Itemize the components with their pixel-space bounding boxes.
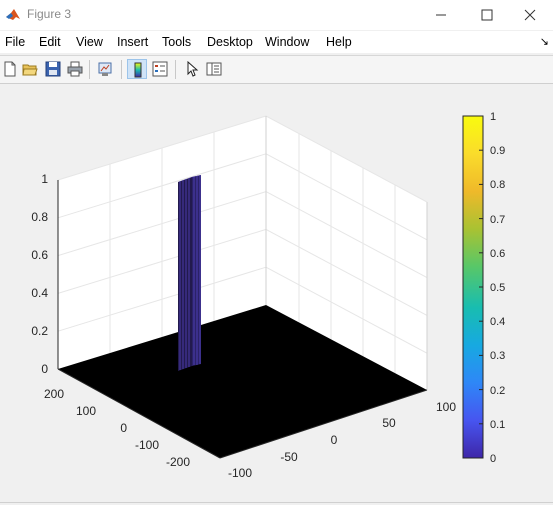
print-button[interactable]	[65, 59, 85, 79]
menu-bar: File Edit View Insert Tools Desktop Wind…	[0, 31, 553, 53]
x-tick-label: 50	[382, 416, 396, 430]
menu-view[interactable]: View	[76, 35, 103, 49]
menu-help[interactable]: Help	[326, 35, 352, 49]
plot-tools-button[interactable]	[204, 59, 224, 79]
menu-edit[interactable]: Edit	[39, 35, 61, 49]
colorbar-tick-label: 0.9	[490, 145, 505, 157]
colorbar[interactable]: 0 0.1 0.2 0.3 0.4 0.5 0.6 0.7 0.8 0.9 1	[462, 111, 505, 465]
z-tick-label: 1	[41, 172, 48, 186]
x-tick-label: -100	[228, 466, 252, 480]
axes-3d[interactable]: 0 0.2 0.4 0.6 0.8 1 200 100 0 -100 -200 …	[0, 84, 553, 502]
colorbar-icon	[134, 62, 142, 78]
x-tick-label: -50	[280, 450, 298, 464]
y-tick-label: -200	[166, 455, 190, 469]
open-file-button[interactable]	[20, 59, 40, 79]
z-axis-ticks: 0 0.2 0.4 0.6 0.8 1	[31, 172, 48, 376]
maximize-button[interactable]	[464, 0, 510, 30]
insert-colorbar-button[interactable]	[127, 59, 147, 79]
y-tick-label: 200	[44, 387, 64, 401]
figure-canvas[interactable]: 0 0.2 0.4 0.6 0.8 1 200 100 0 -100 -200 …	[0, 84, 553, 502]
colorbar-tick-label: 0.3	[490, 350, 505, 362]
toolbar-separator	[89, 60, 90, 79]
z-tick-label: 0.4	[31, 286, 48, 300]
link-plot-button[interactable]	[95, 59, 115, 79]
edit-plot-button[interactable]	[182, 59, 202, 79]
minimize-button[interactable]	[418, 0, 464, 30]
z-tick-label: 0	[41, 362, 48, 376]
figure-toolbar	[0, 55, 553, 84]
printer-icon	[67, 61, 83, 77]
colorbar-tick-label: 0.6	[490, 248, 505, 260]
floppy-disk-icon	[45, 61, 61, 77]
property-editor-icon	[206, 62, 222, 76]
y-tick-label: 0	[120, 421, 127, 435]
colorbar-tick-label: 0	[490, 453, 496, 465]
z-tick-label: 0.6	[31, 248, 48, 262]
dock-arrow-icon[interactable]: ↘	[540, 35, 549, 48]
close-icon	[524, 9, 536, 21]
menu-window[interactable]: Window	[265, 35, 309, 49]
save-button[interactable]	[43, 59, 63, 79]
figure-bottom-border	[0, 502, 553, 503]
y-tick-label: 100	[76, 404, 96, 418]
surface-pulse	[178, 175, 201, 371]
insert-legend-button[interactable]	[150, 59, 170, 79]
new-document-icon	[4, 61, 16, 77]
colorbar-tick-label: 0.2	[490, 385, 505, 397]
new-figure-button[interactable]	[0, 59, 20, 79]
minimize-icon	[436, 14, 446, 16]
matlab-logo-icon	[5, 7, 21, 23]
menu-insert[interactable]: Insert	[117, 35, 148, 49]
y-tick-label: -100	[135, 438, 159, 452]
title-bar: Figure 3	[0, 0, 553, 30]
menu-file[interactable]: File	[5, 35, 25, 49]
colorbar-tick-label: 1	[490, 111, 496, 123]
x-tick-label: 0	[331, 433, 338, 447]
z-tick-label: 0.8	[31, 210, 48, 224]
close-button[interactable]	[507, 0, 553, 30]
toolbar-separator	[175, 60, 176, 79]
window-title: Figure 3	[27, 7, 72, 21]
colorbar-tick-label: 0.5	[490, 282, 505, 294]
legend-icon	[152, 61, 168, 77]
open-folder-icon	[22, 64, 38, 76]
colorbar-tick-label: 0.7	[490, 214, 505, 226]
colorbar-tick-label: 0.1	[490, 419, 505, 431]
menu-desktop[interactable]: Desktop	[207, 35, 253, 49]
z-tick-label: 0.2	[31, 324, 48, 338]
colorbar-tick-label: 0.4	[490, 316, 505, 328]
link-plot-icon	[98, 62, 112, 76]
maximize-icon	[481, 9, 493, 21]
colorbar-tick-label: 0.8	[490, 179, 505, 191]
toolbar-separator	[121, 60, 122, 79]
pointer-arrow-icon	[187, 61, 199, 77]
x-tick-label: 100	[436, 400, 456, 414]
menu-tools[interactable]: Tools	[162, 35, 191, 49]
